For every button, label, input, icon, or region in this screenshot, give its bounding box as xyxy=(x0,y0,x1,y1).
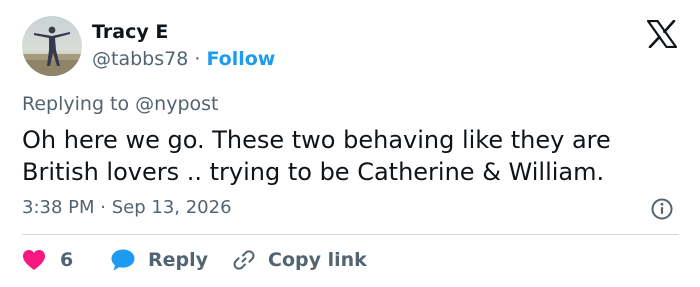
x-logo-icon[interactable] xyxy=(646,19,678,49)
tweet-text-line: British lovers .. trying to be Catherine… xyxy=(22,158,605,186)
avatar-photo xyxy=(22,16,82,76)
avatar[interactable] xyxy=(22,16,82,76)
divider xyxy=(22,234,679,235)
like-button[interactable]: 6 xyxy=(22,246,73,274)
speech-bubble-icon xyxy=(111,249,135,271)
separator-dot: · xyxy=(194,48,201,70)
heart-icon xyxy=(23,250,45,270)
link-icon xyxy=(233,250,255,270)
replying-to-mention[interactable]: @nypost xyxy=(135,93,218,115)
tweet-time: 3:38 PM xyxy=(22,197,95,218)
separator-dot: · xyxy=(100,197,106,218)
copy-link-button[interactable]: Copy link xyxy=(232,246,367,274)
info-icon[interactable] xyxy=(650,197,674,221)
display-name[interactable]: Tracy E xyxy=(92,20,168,44)
tweet-date: Sep 13, 2026 xyxy=(111,197,232,218)
tweet-card: Tracy E @tabbs78 · Follow Replying to @n… xyxy=(0,0,700,287)
follow-button[interactable]: Follow xyxy=(206,48,275,70)
tweet-text-line: Oh here we go. These two behaving like t… xyxy=(22,126,611,154)
reply-label: Reply xyxy=(148,249,209,271)
tweet-text: Oh here we go. These two behaving like t… xyxy=(22,124,682,188)
reply-button[interactable]: Reply xyxy=(110,246,208,274)
tweet-timestamp[interactable]: 3:38 PM · Sep 13, 2026 xyxy=(22,196,232,220)
replying-to: Replying to @nypost xyxy=(22,92,219,116)
copy-link-label: Copy link xyxy=(268,249,367,271)
author-handle[interactable]: @tabbs78 xyxy=(92,48,188,70)
author-handle-row: @tabbs78 · Follow xyxy=(92,47,275,71)
like-count: 6 xyxy=(60,249,74,271)
replying-to-label: Replying to xyxy=(22,93,130,115)
